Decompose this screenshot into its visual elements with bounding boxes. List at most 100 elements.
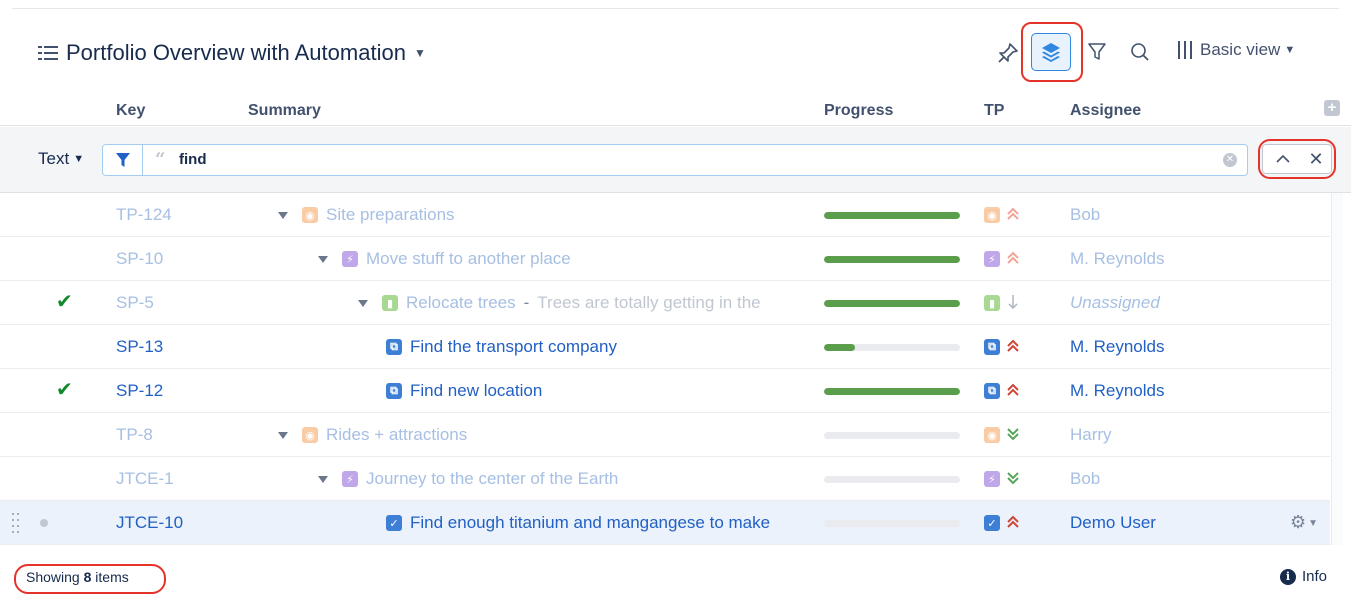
column-header-key[interactable]: Key (116, 102, 145, 120)
text-fade-overlay (780, 413, 808, 455)
table-row[interactable]: ✔ SP-12 ⧉ Find new location ⧉ M. Reynolds (0, 369, 1330, 413)
quote-icon: “ (155, 149, 166, 170)
issue-summary: ◉ Site preparations (278, 193, 455, 237)
issue-title[interactable]: Rides + attractions (326, 425, 467, 445)
issue-key[interactable]: JTCE-10 (116, 513, 183, 533)
priority-low-icon (1006, 292, 1020, 312)
expand-toggle-icon[interactable] (318, 475, 328, 483)
view-label: Basic view (1200, 40, 1281, 59)
issue-key[interactable]: SP-13 (116, 337, 163, 357)
search-query[interactable]: find (179, 151, 207, 168)
summary-separator: - (523, 293, 530, 312)
priority-highest-icon (1006, 204, 1020, 224)
expand-toggle-icon[interactable] (358, 299, 368, 307)
assignee-name[interactable]: Bob (1070, 469, 1100, 489)
issue-summary: ⚡ Journey to the center of the Earth (318, 457, 618, 501)
assignee-name[interactable]: Harry (1070, 425, 1112, 445)
structure-list-icon (38, 45, 58, 61)
footer-bar: Showing 8 items i Info (0, 560, 1351, 594)
issue-key[interactable]: JTCE-1 (116, 469, 174, 489)
task-icon: ✓ (386, 515, 402, 531)
issue-summary: ⧉ Find the transport company (386, 325, 617, 369)
issue-key[interactable]: SP-12 (116, 381, 163, 401)
row-actions-button[interactable]: ⚙ ▼ (1290, 512, 1318, 533)
progress-fill (824, 256, 960, 263)
close-search-button[interactable]: ✕ (1306, 149, 1326, 169)
chevron-down-icon: ▼ (1308, 517, 1319, 529)
search-mode-dropdown[interactable]: Text ▼ (38, 149, 84, 169)
table-row[interactable]: TP-124 ◉ Site preparations ◉ Bob (0, 193, 1330, 237)
gear-icon: ⚙ (1290, 512, 1307, 532)
priority-highest-icon (1006, 512, 1020, 532)
issue-title[interactable]: Find the transport company (410, 337, 617, 357)
issue-key[interactable]: TP-8 (116, 425, 153, 445)
drag-handle-icon[interactable] (12, 511, 22, 535)
issue-title[interactable]: Move stuff to another place (366, 249, 571, 269)
epic-icon: ⚡ (984, 251, 1000, 267)
issue-title[interactable]: Journey to the center of the Earth (366, 469, 618, 489)
progress-bar (824, 432, 960, 439)
progress-bar (824, 212, 960, 219)
epic-icon: ⚡ (342, 251, 358, 267)
priority-highest-icon (1006, 380, 1020, 400)
subtask-icon: ⧉ (984, 383, 1000, 399)
table-row[interactable]: JTCE-1 ⚡ Journey to the center of the Eart… (0, 457, 1330, 501)
issue-key[interactable]: SP-5 (116, 293, 154, 313)
table-row[interactable]: TP-8 ◉ Rides + attractions ◉ Harry (0, 413, 1330, 457)
goal-icon: ◉ (984, 207, 1000, 223)
assignee-name[interactable]: M. Reynolds (1070, 381, 1164, 401)
close-icon: ✕ (1308, 149, 1324, 169)
expand-toggle-icon[interactable] (278, 431, 288, 439)
epic-icon: ⚡ (984, 471, 1000, 487)
pin-icon[interactable] (994, 39, 1022, 67)
top-divider (12, 8, 1339, 9)
assignee-name[interactable]: M. Reynolds (1070, 249, 1164, 269)
structure-title-dropdown[interactable]: Portfolio Overview with Automation ▼ (38, 38, 426, 68)
progress-bar (824, 520, 960, 527)
assignee-name[interactable]: Bob (1070, 205, 1100, 225)
issue-title[interactable]: Find new location (410, 381, 542, 401)
assignee-name[interactable]: Unassigned (1070, 293, 1160, 313)
previous-match-button[interactable] (1272, 149, 1294, 169)
hierarchy-toggle-button[interactable] (1031, 33, 1071, 71)
checkmark-icon: ✔ (56, 379, 73, 401)
info-button[interactable]: i Info (1280, 568, 1327, 585)
row-marker-icon (40, 519, 48, 527)
issue-summary: ✓ Find enough titanium and mangangese to … (386, 501, 770, 545)
chevron-down-icon: ▼ (73, 153, 85, 165)
column-header-tp[interactable]: TP (984, 102, 1004, 120)
goal-icon: ◉ (984, 427, 1000, 443)
column-header-assignee[interactable]: Assignee (1070, 102, 1141, 120)
expand-toggle-icon[interactable] (278, 211, 288, 219)
scrollbar[interactable] (1331, 193, 1343, 545)
column-header-progress[interactable]: Progress (824, 102, 893, 120)
table-row[interactable]: SP-13 ⧉ Find the transport company ⧉ M. Reyn… (0, 325, 1330, 369)
assignee-name[interactable]: Demo User (1070, 513, 1156, 533)
chevron-down-icon: ▼ (1284, 44, 1296, 56)
column-header-summary[interactable]: Summary (248, 102, 321, 120)
issue-title[interactable]: Relocate trees (406, 293, 516, 313)
clear-search-icon[interactable]: ✕ (1223, 153, 1237, 167)
progress-fill (824, 300, 960, 307)
filter-mode-toggle[interactable] (103, 145, 143, 175)
table-row[interactable]: SP-10 ⚡ Move stuff to another place ⚡ M. Rey… (0, 237, 1330, 281)
issue-title[interactable]: Site preparations (326, 205, 455, 225)
view-selector[interactable]: Basic view ▼ (1178, 40, 1295, 60)
progress-fill (824, 388, 960, 395)
issue-key[interactable]: SP-10 (116, 249, 163, 269)
search-icon[interactable] (1128, 39, 1152, 65)
info-icon: i (1280, 568, 1296, 585)
subtask-icon: ⧉ (386, 339, 402, 355)
table-row[interactable]: ✔ SP-5 ▮ Relocate trees - Trees are totally g… (0, 281, 1330, 325)
search-input[interactable]: “ find ✕ (102, 144, 1248, 176)
expand-toggle-icon[interactable] (318, 255, 328, 263)
table-row[interactable]: JTCE-10 ✓ Find enough titanium and mangang… (0, 501, 1330, 545)
issue-key[interactable]: TP-124 (116, 205, 172, 225)
filter-icon[interactable] (1085, 39, 1109, 65)
assignee-name[interactable]: M. Reynolds (1070, 337, 1164, 357)
search-filter-bar: Text ▼ “ find ✕ (0, 127, 1351, 193)
progress-fill (824, 212, 960, 219)
story-icon: ▮ (382, 295, 398, 311)
issue-title[interactable]: Find enough titanium and mangangese to m… (410, 513, 770, 533)
add-column-icon[interactable]: + (1324, 100, 1340, 116)
